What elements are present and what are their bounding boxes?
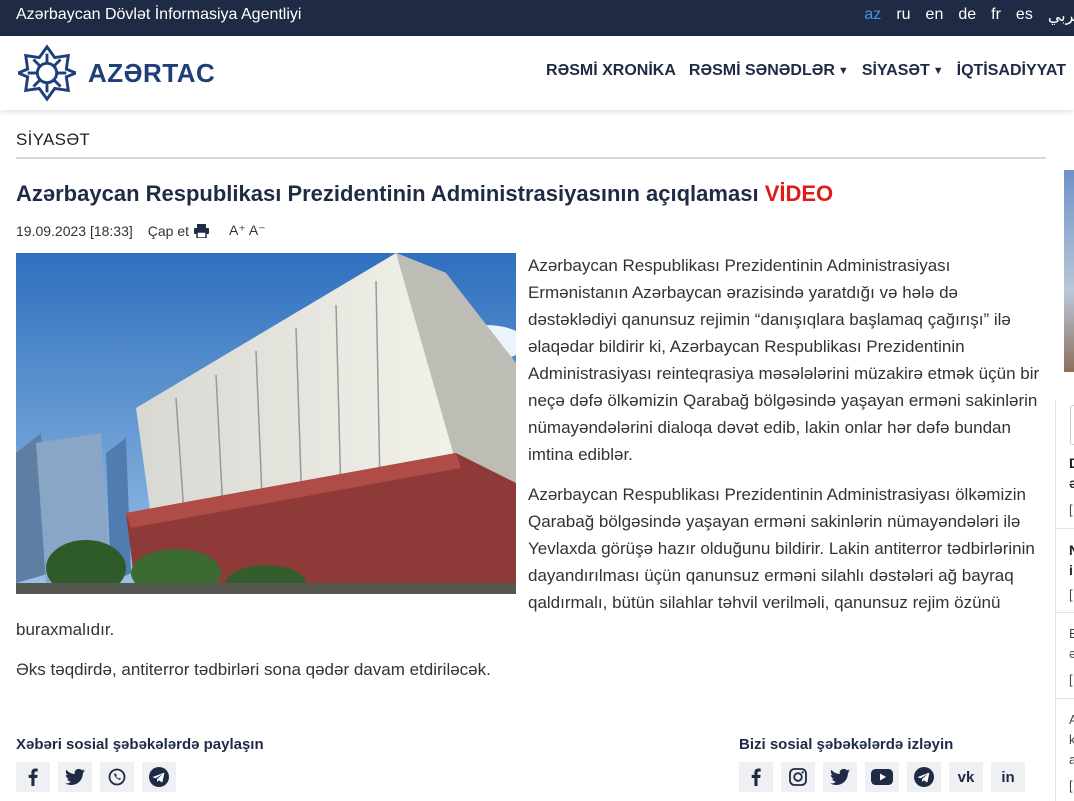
twitter-icon[interactable] xyxy=(58,762,92,792)
sidebar-news-title[interactable]: k xyxy=(1069,732,1074,747)
right-sidebar: D ə [ N i [ E ə [ A k a [ xyxy=(1055,130,1074,801)
print-button[interactable]: Çap et xyxy=(147,222,210,239)
nav-label: RƏSMİ SƏNƏDLƏR xyxy=(688,62,835,79)
telegram-icon[interactable] xyxy=(142,762,176,792)
chevron-down-icon: ▼ xyxy=(837,65,849,77)
article-date: 19.09.2023 [18:33] xyxy=(16,222,133,239)
sidebar-news-title[interactable]: A xyxy=(1069,712,1074,727)
article-title-text: Azərbaycan Respublikası Prezidentinin Ad… xyxy=(16,181,759,206)
sidebar-news-title[interactable]: E xyxy=(1069,626,1074,641)
printer-icon xyxy=(194,223,210,238)
chevron-down-icon: ▼ xyxy=(932,65,944,77)
site-logo[interactable]: AZƏRTAC xyxy=(18,44,215,102)
print-label: Çap et xyxy=(147,222,190,239)
twitter-icon[interactable] xyxy=(823,762,857,792)
linkedin-text: in xyxy=(1001,768,1015,786)
facebook-icon[interactable] xyxy=(739,762,773,792)
nav-siyaset[interactable]: SİYASƏT ▼ xyxy=(862,62,944,80)
sidebar-news-title[interactable]: i xyxy=(1069,562,1073,578)
sidebar-divider xyxy=(1055,400,1056,801)
vk-text: vk xyxy=(957,768,975,786)
linkedin-icon[interactable]: in xyxy=(991,762,1025,792)
share-icons xyxy=(16,762,176,792)
lang-fr[interactable]: fr xyxy=(991,6,1001,26)
sidebar-news-date: [ xyxy=(1069,672,1073,687)
nav-resmi-senedler[interactable]: RƏSMİ SƏNƏDLƏR ▼ xyxy=(689,62,849,80)
instagram-icon[interactable] xyxy=(781,762,815,792)
article-title: Azərbaycan Respublikası Prezidentinin Ad… xyxy=(16,181,833,207)
lang-ru[interactable]: ru xyxy=(896,6,910,26)
lang-ar[interactable]: عربي xyxy=(1048,6,1074,26)
youtube-icon[interactable] xyxy=(865,762,899,792)
language-switcher: az ru en de fr es عربي xyxy=(849,6,1074,26)
main-nav: RƏSMİ XRONİKA RƏSMİ SƏNƏDLƏR ▼ SİYASƏT ▼ İ… xyxy=(533,62,1066,80)
agency-name[interactable]: Azərbaycan Dövlət İnformasiya Agentliyi xyxy=(16,6,301,24)
sidebar-separator xyxy=(1055,698,1074,699)
lang-az[interactable]: az xyxy=(864,6,881,26)
video-tag: VİDEO xyxy=(764,181,834,206)
brand-name: AZƏRTAC xyxy=(88,57,216,88)
sidebar-news-title[interactable]: ə xyxy=(1069,646,1074,661)
share-title: Xəbəri sosial şəbəkələrdə paylaşın xyxy=(16,736,264,753)
sidebar-news-date: [ xyxy=(1069,587,1073,602)
section-title[interactable]: SİYASƏT xyxy=(16,130,90,150)
sidebar-separator xyxy=(1055,612,1074,613)
article-body: Azərbaycan Respublikası Prezidentinin Ad… xyxy=(16,253,1048,697)
sidebar-box[interactable] xyxy=(1070,405,1074,445)
top-bar: Azərbaycan Dövlət İnformasiya Agentliyi … xyxy=(0,0,1074,36)
sidebar-news-date: [ xyxy=(1069,778,1073,793)
nav-iqtisadiyyat[interactable]: İQTİSADİYYAT xyxy=(957,62,1066,80)
sidebar-news-date: [ xyxy=(1069,502,1073,517)
sidebar-news-title[interactable]: ə xyxy=(1069,475,1074,491)
whatsapp-icon[interactable] xyxy=(100,762,134,792)
font-size-control[interactable]: A⁺ A⁻ xyxy=(229,222,266,239)
telegram-icon[interactable] xyxy=(907,762,941,792)
sidebar-news-title[interactable]: N xyxy=(1069,542,1074,558)
sidebar-separator xyxy=(1055,528,1074,529)
logo-emblem-icon xyxy=(18,44,76,102)
article-meta: 19.09.2023 [18:33] Çap et A⁺ A⁻ xyxy=(16,222,266,239)
article-paragraph: Əks təqdirdə, antiterror tədbirləri sona… xyxy=(16,660,491,679)
lang-de[interactable]: de xyxy=(958,6,976,26)
nav-label: SİYASƏT xyxy=(861,62,930,79)
section-divider xyxy=(16,157,1046,159)
site-header: AZƏRTAC RƏSMİ XRONİKA RƏSMİ SƏNƏDLƏR ▼ Sİ… xyxy=(0,36,1074,110)
nav-label: RƏSMİ XRONİKA xyxy=(546,62,676,79)
photo-spacer xyxy=(16,253,528,605)
nav-resmi-xronika[interactable]: RƏSMİ XRONİKA xyxy=(546,62,676,80)
follow-icons: vk in xyxy=(739,762,1025,792)
sidebar-news-title[interactable]: D xyxy=(1069,455,1074,471)
lang-en[interactable]: en xyxy=(926,6,944,26)
nav-label: İQTİSADİYYAT xyxy=(956,62,1066,79)
vk-icon[interactable]: vk xyxy=(949,762,983,792)
facebook-icon[interactable] xyxy=(16,762,50,792)
follow-title: Bizi sosial şəbəkələrdə izləyin xyxy=(739,736,954,753)
lang-es[interactable]: es xyxy=(1016,6,1033,26)
sidebar-thumbnail[interactable] xyxy=(1064,170,1074,372)
sidebar-news-title[interactable]: a xyxy=(1069,752,1074,767)
